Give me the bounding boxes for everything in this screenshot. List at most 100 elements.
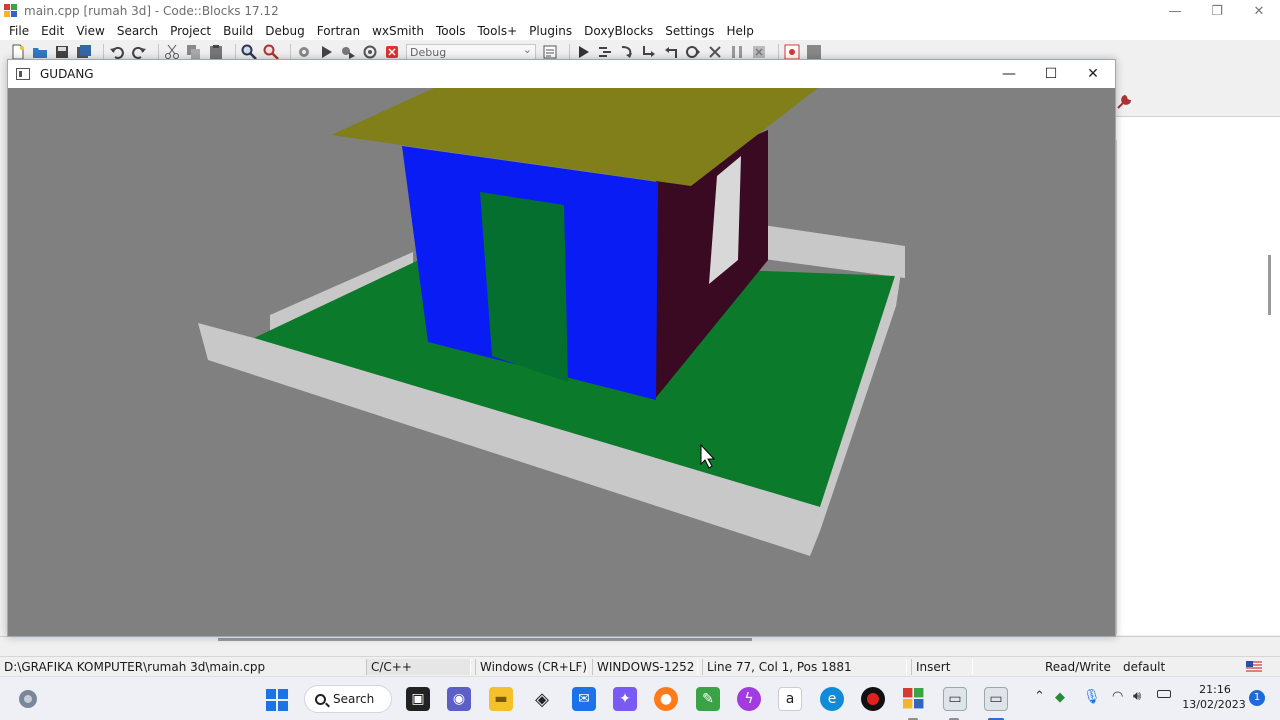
toolbar-separator — [235, 44, 236, 60]
find-icon[interactable] — [241, 44, 257, 60]
dropbox-icon[interactable]: ◈ — [530, 687, 554, 711]
menu-help[interactable]: Help — [720, 24, 759, 38]
show-hidden-icons-chevron-icon[interactable]: ⌃ — [1034, 689, 1045, 704]
codeblocks-taskbar-icon[interactable] — [902, 687, 926, 711]
teams-chat-icon[interactable]: ◉ — [447, 687, 471, 711]
editor-horizontal-scrollbar[interactable] — [218, 638, 752, 641]
status-theme: default — [1123, 660, 1166, 674]
various-info-icon[interactable] — [806, 44, 822, 60]
menu-build[interactable]: Build — [217, 24, 259, 38]
copy-icon[interactable] — [186, 44, 202, 60]
window-app-icon — [16, 68, 30, 80]
status-encoding: WINDOWS-1252 — [592, 659, 698, 675]
step-into-instruction-icon[interactable] — [707, 44, 723, 60]
menu-fortran[interactable]: Fortran — [311, 24, 366, 38]
menu-tools[interactable]: Tools — [430, 24, 472, 38]
step-into-icon[interactable] — [641, 44, 657, 60]
codeblocks-app-icon — [4, 4, 17, 17]
debug-start-icon[interactable] — [575, 44, 591, 60]
pause-icon[interactable] — [729, 44, 745, 60]
widgets-icon[interactable] — [18, 689, 38, 709]
mail-icon[interactable]: ✉ — [572, 687, 596, 711]
redo-icon[interactable] — [131, 44, 147, 60]
menu-view[interactable]: View — [70, 24, 110, 38]
build-and-run-icon[interactable] — [340, 44, 356, 60]
microphone-icon[interactable]: 🎙︎ — [1083, 689, 1101, 705]
edge-icon[interactable]: e — [820, 687, 844, 711]
wrench-icon[interactable] — [1116, 94, 1132, 110]
menu-search[interactable]: Search — [111, 24, 164, 38]
open-folder-icon[interactable] — [32, 44, 48, 60]
screen-recorder-icon[interactable] — [861, 687, 885, 711]
debug-windows-icon[interactable] — [784, 44, 800, 60]
gudang-close-button[interactable]: ✕ — [1071, 60, 1115, 88]
menu-doxyblocks[interactable]: DoxyBlocks — [578, 24, 659, 38]
ide-close-button[interactable]: ✕ — [1238, 0, 1280, 22]
ide-restore-button[interactable]: ❐ — [1196, 0, 1238, 22]
toolbar-separator — [778, 44, 779, 60]
notepad-plus-icon[interactable]: ✎ — [696, 687, 720, 711]
security-tray-icon[interactable]: ◆ — [1055, 690, 1065, 705]
replace-icon[interactable] — [263, 44, 279, 60]
status-file-path: D:\GRAFIKA KOMPUTER\rumah 3d\main.cpp — [4, 660, 266, 674]
stop-debug-icon[interactable] — [751, 44, 767, 60]
notification-badge[interactable]: 1 — [1249, 690, 1265, 706]
run-icon[interactable] — [318, 44, 334, 60]
paste-icon[interactable] — [208, 44, 224, 60]
copilot-icon[interactable]: ✦ — [613, 687, 637, 711]
menu-settings[interactable]: Settings — [659, 24, 720, 38]
menu-file[interactable]: File — [3, 24, 35, 38]
ide-status-bar: D:\GRAFIKA KOMPUTER\rumah 3d\main.cpp C/… — [0, 656, 1280, 676]
wifi-icon[interactable]: ◠ — [1112, 689, 1123, 704]
toolbar-separator — [569, 44, 570, 60]
editor-vertical-scrollbar[interactable] — [1268, 255, 1271, 315]
ide-editor-area[interactable] — [1116, 140, 1280, 635]
step-out-icon[interactable] — [663, 44, 679, 60]
menu-plugins[interactable]: Plugins — [523, 24, 578, 38]
cut-icon[interactable] — [164, 44, 180, 60]
volume-icon[interactable]: 🔊︎ — [1133, 689, 1141, 704]
menu-debug[interactable]: Debug — [259, 24, 310, 38]
save-icon[interactable] — [54, 44, 70, 60]
undo-icon[interactable] — [109, 44, 125, 60]
file-explorer-icon[interactable]: ▬ — [489, 687, 513, 711]
firefox-icon[interactable]: ● — [654, 687, 678, 711]
clock-date[interactable]: 13/02/2023 — [1182, 698, 1246, 711]
task-view-icon[interactable]: ▣ — [406, 687, 430, 711]
amazon-icon[interactable]: a — [778, 687, 802, 711]
next-instruction-icon[interactable] — [685, 44, 701, 60]
build-gear-icon[interactable] — [296, 44, 312, 60]
gudang-minimize-button[interactable]: — — [987, 60, 1031, 88]
gudang-title-bar[interactable]: GUDANG — ☐ ✕ — [8, 60, 1115, 88]
status-insert-mode: Insert — [911, 659, 973, 675]
clock-time[interactable]: 21:16 — [1184, 683, 1246, 696]
search-icon — [315, 693, 326, 705]
menu-tools-plus[interactable]: Tools+ — [472, 24, 524, 38]
opengl-canvas[interactable] — [8, 88, 1115, 636]
abort-icon[interactable] — [384, 44, 400, 60]
toolbar-separator — [290, 44, 291, 60]
taskbar-search-label: Search — [333, 692, 375, 706]
console-window-icon[interactable]: ▭ — [943, 687, 967, 711]
ide-minimize-button[interactable]: — — [1154, 0, 1196, 22]
next-line-icon[interactable] — [619, 44, 635, 60]
rebuild-icon[interactable] — [362, 44, 378, 60]
door — [480, 192, 568, 382]
menu-wxsmith[interactable]: wxSmith — [366, 24, 430, 38]
taskbar-search[interactable]: Search — [304, 685, 392, 713]
menu-edit[interactable]: Edit — [35, 24, 70, 38]
start-windows-icon[interactable] — [266, 689, 288, 711]
messenger-icon[interactable]: ϟ — [737, 687, 761, 711]
run-to-cursor-icon[interactable] — [597, 44, 613, 60]
build-target-select[interactable]: Debug — [406, 42, 536, 61]
gudang-taskbar-icon[interactable]: ▭ — [984, 687, 1008, 711]
save-all-icon[interactable] — [76, 44, 92, 60]
ide-title-bar: main.cpp [rumah 3d] - Code::Blocks 17.12… — [0, 0, 1280, 22]
gudang-maximize-button[interactable]: ☐ — [1029, 60, 1073, 88]
target-dialog-icon[interactable] — [542, 44, 558, 60]
ide-right-toolbar — [1116, 88, 1280, 116]
battery-icon[interactable] — [1157, 690, 1171, 698]
menu-project[interactable]: Project — [164, 24, 217, 38]
new-file-icon[interactable] — [10, 44, 26, 60]
status-access: Read/Write — [1045, 660, 1111, 674]
